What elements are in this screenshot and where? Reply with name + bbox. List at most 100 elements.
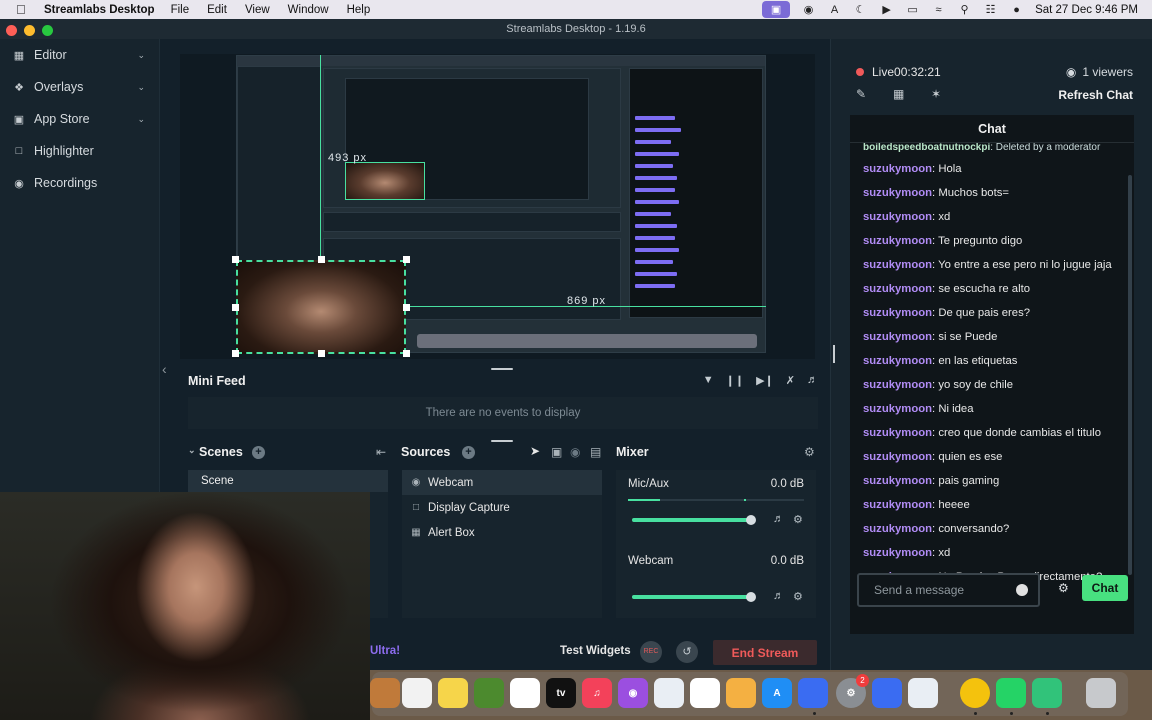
chevron-down-icon[interactable]: ⌄ [137,114,145,125]
resize-divider-handle[interactable] [833,345,835,363]
pdf-icon[interactable] [908,678,938,708]
source-item-alert-box[interactable]: ▦ Alert Box [402,520,602,545]
menu-edit[interactable]: Edit [207,4,227,16]
dashboard-icon[interactable]: ▦ [893,87,904,101]
chat-message-input[interactable]: Send a message [857,573,1040,607]
reminders-icon[interactable] [402,678,432,708]
collapse-nav-icon[interactable]: ‹ [162,361,167,377]
replay-buffer-icon[interactable]: ↺ [676,641,698,663]
edit-stream-info-icon[interactable]: ✎ [856,87,866,101]
resize-divider-handle[interactable] [491,440,513,442]
ultra-upsell-link[interactable]: Ultra! [370,645,400,657]
chat-username[interactable]: suzukymoon [863,427,932,439]
chat-username[interactable]: suzukymoon [863,475,932,487]
resize-handle[interactable] [318,350,325,357]
chat-username[interactable]: suzukymoon [863,451,932,463]
spotlight-search-icon[interactable]: ⚲ [957,4,972,16]
share-icon[interactable]: ✶ [931,87,941,101]
battery-icon[interactable]: ▭ [905,4,920,16]
text-input-icon[interactable]: A [827,4,842,16]
close-window-button[interactable] [6,25,17,36]
selected-webcam-source[interactable] [236,260,406,354]
source-visibility-icon[interactable]: ◉ [570,445,580,459]
chrome-icon[interactable] [960,678,990,708]
nav-item-editor[interactable]: ▦ Editor ⌄ [0,39,159,71]
collapse-scenes-chevron-icon[interactable]: ⌄ [188,445,196,456]
minecraft-icon[interactable] [474,678,504,708]
chat-username[interactable]: suzukymoon [863,355,932,367]
speaker-icon[interactable]: ♬ [773,513,784,525]
play-circle-icon[interactable]: ▶ [879,4,894,16]
menu-help[interactable]: Help [347,4,371,16]
resize-handle[interactable] [403,256,410,263]
control-center-icon[interactable]: ☷ [983,4,998,16]
nav-item-highlighter[interactable]: □ Highlighter [0,135,159,167]
notes-icon[interactable] [438,678,468,708]
pause-icon[interactable]: ❙❙ [726,374,744,387]
chat-username[interactable]: suzukymoon [863,403,932,415]
chat-username[interactable]: suzukymoon [863,235,932,247]
chat-username[interactable]: suzukymoon [863,187,932,199]
chat-username[interactable]: suzukymoon [863,331,932,343]
menubar-clock[interactable]: Sat 27 Dec 9:46 PM [1035,4,1138,16]
docs-icon[interactable] [872,678,902,708]
source-item-display-capture[interactable]: □ Display Capture [402,495,602,520]
end-stream-button[interactable]: End Stream [713,640,817,665]
resize-handle[interactable] [403,350,410,357]
mixer-settings-gear-icon[interactable]: ⚙ [804,445,815,459]
emoji-icon[interactable] [1016,584,1028,596]
wifi-icon[interactable]: ≈ [931,4,946,16]
chat-username[interactable]: suzukymoon [863,211,932,223]
app-store-dock-icon[interactable]: A [762,678,792,708]
chat-username[interactable]: suzukymoon [863,307,932,319]
whatsapp-icon[interactable] [996,678,1026,708]
chat-username[interactable]: suzukymoon [863,259,932,271]
reminders-app-icon[interactable] [370,678,400,708]
chat-settings-gear-icon[interactable]: ⚙ [1058,581,1069,595]
chevron-down-icon[interactable]: ⌄ [137,82,145,93]
chat-username[interactable]: boiledspeedboatnutnockpi [863,143,990,153]
scene-transitions-icon[interactable]: ⇤ [376,445,386,459]
test-widgets-button[interactable]: Test Widgets [560,645,631,657]
skip-icon[interactable]: ▶❙ [756,374,774,387]
send-chat-button[interactable]: Chat [1082,575,1128,601]
volume-icon[interactable]: ♬ [807,374,818,387]
chat-username[interactable]: suzukymoon [863,547,932,559]
chat-username[interactable]: suzukymoon [863,499,932,511]
chat-username[interactable]: suzukymoon [863,523,932,535]
resize-handle[interactable] [232,350,239,357]
menu-file[interactable]: File [171,4,190,16]
filter-icon[interactable]: ▼ [703,374,714,387]
source-item-webcam[interactable]: ◉ Webcam [402,470,602,495]
menu-view[interactable]: View [245,4,270,16]
nav-item-overlays[interactable]: ❖ Overlays ⌄ [0,71,159,103]
menu-window[interactable]: Window [288,4,329,16]
add-scene-icon[interactable]: + [252,446,265,459]
resize-handle[interactable] [318,256,325,263]
record-button[interactable]: REC [640,641,662,663]
chat-message-list[interactable]: boiledspeedboatnutnockpi: Deleted by a m… [850,143,1122,593]
volume-slider[interactable] [632,592,756,602]
podcasts-icon[interactable]: ◉ [618,678,648,708]
volume-slider[interactable] [632,515,756,525]
chat-username[interactable]: suzukymoon [863,379,932,391]
xcode-icon[interactable] [798,678,828,708]
keynote-icon[interactable] [654,678,684,708]
resize-handle[interactable] [232,304,239,311]
mute-alerts-icon[interactable]: ✗ [786,374,795,387]
trash-icon[interactable] [1086,678,1116,708]
streamlabs-icon[interactable] [1032,678,1062,708]
chat-username[interactable]: suzukymoon [863,163,932,175]
resize-handle[interactable] [232,256,239,263]
channel-settings-gear-icon[interactable]: ⚙ [793,513,803,526]
add-source-icon[interactable]: + [462,446,475,459]
numbers-icon[interactable] [690,678,720,708]
speaker-icon[interactable]: ♬ [773,590,784,602]
source-group-icon[interactable]: ▣ [551,445,562,459]
pages-icon[interactable] [726,678,756,708]
music-icon[interactable]: ♫ [582,678,612,708]
chat-scrollbar[interactable] [1128,175,1132,575]
gamepad-icon[interactable]: ◉ [801,4,816,16]
apple-tv-icon[interactable]: tv [546,678,576,708]
minimize-window-button[interactable] [24,25,35,36]
